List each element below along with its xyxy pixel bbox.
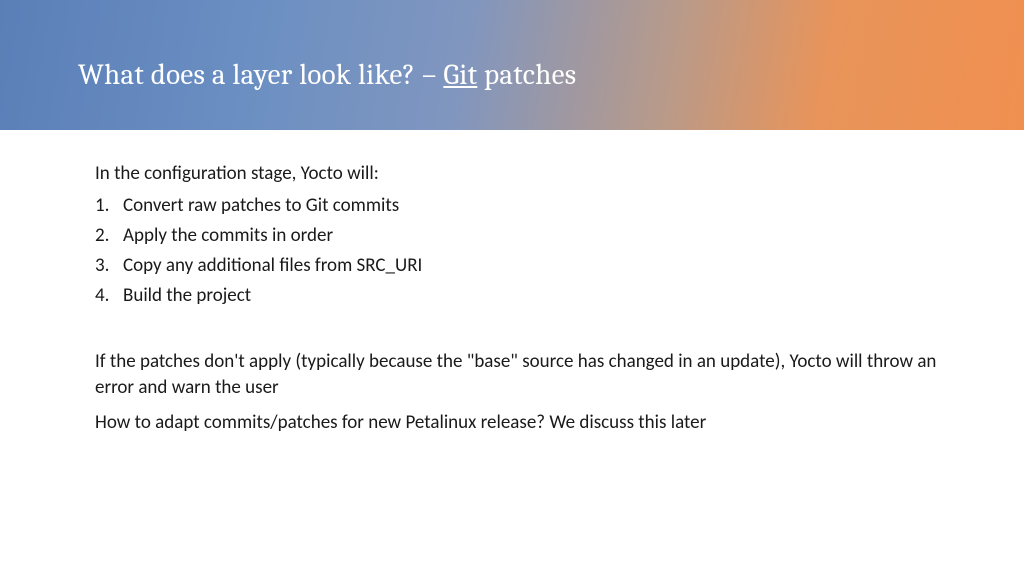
intro-text: In the configuration stage, Yocto will: [95,162,946,185]
list-item: 2.Apply the commits in order [123,221,946,251]
list-item: 3.Copy any additional files from SRC_URI [123,251,946,281]
list-number: 2. [95,221,117,251]
list-number: 1. [95,191,117,221]
content-area: In the configuration stage, Yocto will: … [0,130,1024,436]
title-suffix: patches [477,59,576,92]
list-item-text: Apply the commits in order [123,224,333,247]
paragraph-2: How to adapt commits/patches for new Pet… [95,410,946,436]
slide-title: What does a layer look like? – Git patch… [78,59,576,92]
list-item: 4.Build the project [123,281,946,311]
title-prefix: What does a layer look like? – [78,59,443,92]
list-item-text: Copy any additional files from SRC_URI [123,254,422,277]
paragraph-1: If the patches don't apply (typically be… [95,349,946,400]
header-banner: What does a layer look like? – Git patch… [0,0,1024,130]
list-item: 1.Convert raw patches to Git commits [123,191,946,221]
list-number: 3. [95,251,117,281]
list-number: 4. [95,281,117,311]
list-item-text: Build the project [123,284,251,307]
list-item-text: Convert raw patches to Git commits [123,194,399,217]
steps-list: 1.Convert raw patches to Git commits 2.A… [95,191,946,311]
title-underlined: Git [443,59,477,92]
